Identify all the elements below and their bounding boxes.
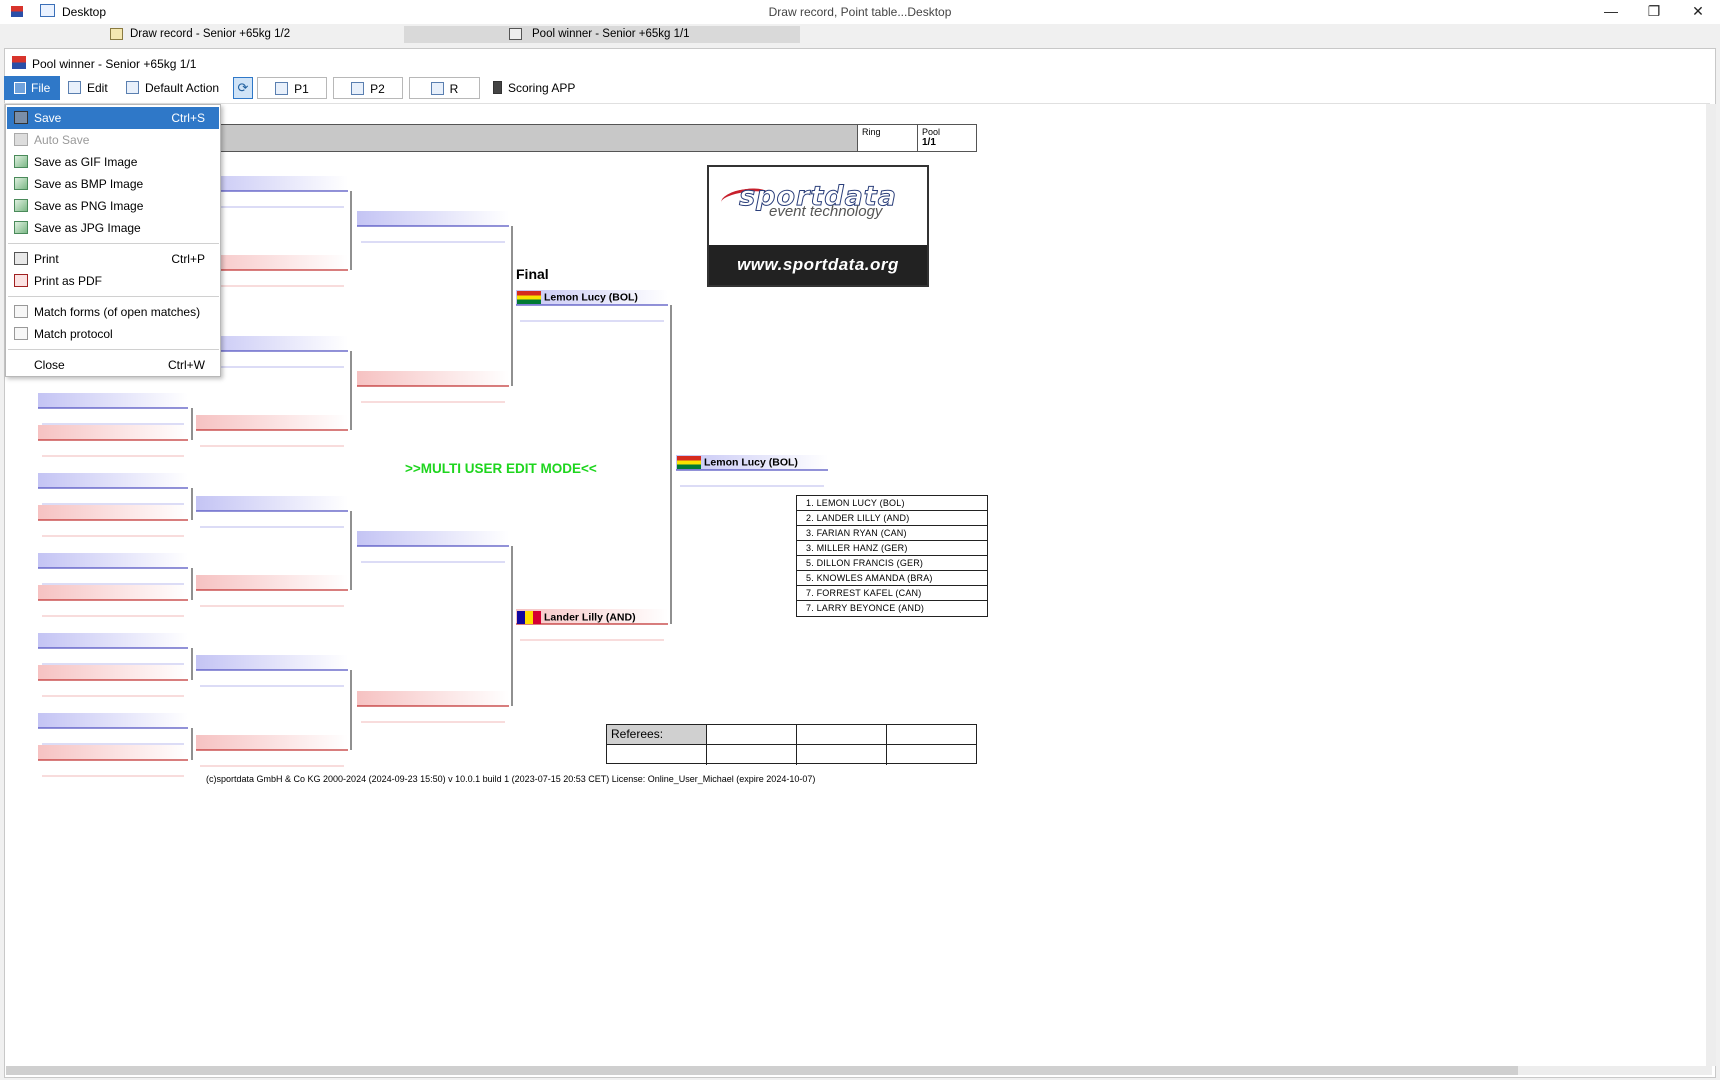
bracket-slot[interactable] <box>357 691 509 706</box>
menu-item-match-protocol[interactable]: Match protocol <box>7 323 219 345</box>
referee-cell <box>607 745 707 765</box>
result-row: 7. FORREST KAFEL (CAN) <box>797 586 987 601</box>
pdf-icon <box>14 274 28 287</box>
horizontal-scrollbar-thumb[interactable] <box>6 1066 1518 1075</box>
logo-tagline: event technology <box>769 203 883 220</box>
finalist-top-name: Lemon Lucy (BOL) <box>544 291 638 304</box>
bracket-slot[interactable] <box>196 655 348 670</box>
bracket-slot[interactable] <box>196 496 348 511</box>
referee-cell <box>797 725 887 745</box>
result-row: 5. DILLON FRANCIS (GER) <box>797 556 987 571</box>
referee-cell <box>887 745 977 765</box>
winner-slot[interactable]: Lemon Lucy (BOL) <box>677 456 798 469</box>
bracket-slot[interactable] <box>38 393 188 408</box>
sportdata-logo: sportdata event technology www.sportdata… <box>707 165 929 287</box>
bracket-slot[interactable] <box>196 735 348 750</box>
bracket-slot[interactable] <box>357 371 509 386</box>
bracket-slot[interactable] <box>38 473 188 488</box>
bracket-slot[interactable] <box>196 575 348 590</box>
menu-item-label: Print as PDF <box>34 274 103 288</box>
referee-cell <box>707 725 797 745</box>
bracket-slot[interactable] <box>38 553 188 568</box>
image-icon <box>14 199 28 212</box>
menu-item-label: Save as GIF Image <box>34 155 138 169</box>
results-table: 1. LEMON LUCY (BOL) 2. LANDER LILLY (AND… <box>796 495 988 617</box>
result-row: 5. KNOWLES AMANDA (BRA) <box>797 571 987 586</box>
finalist-bottom[interactable]: Lander Lilly (AND) <box>517 611 636 624</box>
printer-icon <box>14 252 28 265</box>
bolivia-flag-icon <box>517 291 541 304</box>
file-dropdown-menu: Save Ctrl+S Auto Save Save as GIF Image S… <box>5 104 221 377</box>
bracket-slot[interactable] <box>357 211 509 226</box>
menu-item-label: Match protocol <box>34 327 113 341</box>
bracket-slot[interactable] <box>38 713 188 728</box>
menu-separator <box>8 296 219 297</box>
menu-separator <box>8 243 219 244</box>
menu-item-label: Match forms (of open matches) <box>34 305 201 319</box>
menu-item-label: Print <box>34 252 59 266</box>
menu-item-shortcut: Ctrl+P <box>171 252 205 266</box>
referees-table: Referees: <box>606 724 977 765</box>
final-label: Final <box>516 266 549 282</box>
menu-item-print-pdf[interactable]: Print as PDF <box>7 270 219 292</box>
bracket-slot[interactable] <box>38 665 188 680</box>
referee-cell <box>797 745 887 765</box>
referee-cell <box>887 725 977 745</box>
referee-cell <box>707 745 797 765</box>
menu-item-shortcut: Ctrl+S <box>171 111 205 125</box>
menu-item-close[interactable]: Close Ctrl+W <box>7 354 219 376</box>
vertical-scrollbar[interactable] <box>1706 104 1716 1066</box>
image-icon <box>14 221 28 234</box>
menu-item-save-png[interactable]: Save as PNG Image <box>7 195 219 217</box>
bracket-slot[interactable] <box>38 505 188 520</box>
copyright-footer: (c)sportdata GmbH & Co KG 2000-2024 (202… <box>206 774 816 784</box>
bracket-slot[interactable] <box>196 415 348 430</box>
menu-separator <box>8 349 219 350</box>
menu-item-shortcut: Ctrl+W <box>168 358 205 372</box>
document-icon <box>14 327 28 340</box>
menu-item-label: Save as JPG Image <box>34 221 141 235</box>
menu-item-label: Save <box>34 111 62 125</box>
bracket-slot[interactable] <box>38 745 188 760</box>
menu-item-print[interactable]: Print Ctrl+P <box>7 248 219 270</box>
document-icon <box>14 305 28 318</box>
menu-item-save-jpg[interactable]: Save as JPG Image <box>7 217 219 239</box>
bracket-slot[interactable] <box>357 531 509 546</box>
image-icon <box>14 177 28 190</box>
menu-item-auto-save: Auto Save <box>7 129 219 151</box>
bracket-slot[interactable] <box>38 585 188 600</box>
menu-item-match-forms[interactable]: Match forms (of open matches) <box>7 301 219 323</box>
finalist-top[interactable]: Lemon Lucy (BOL) <box>517 291 638 304</box>
menu-item-label: Close <box>34 358 65 372</box>
logo-url: www.sportdata.org <box>709 245 927 285</box>
multi-user-edit-mode-label: >>MULTI USER EDIT MODE<< <box>405 461 597 476</box>
andorra-flag-icon <box>517 611 541 624</box>
menu-item-save[interactable]: Save Ctrl+S <box>7 107 219 129</box>
result-row: 3. MILLER HANZ (GER) <box>797 541 987 556</box>
menu-item-label: Save as BMP Image <box>34 177 144 191</box>
result-row: 3. FARIAN RYAN (CAN) <box>797 526 987 541</box>
menu-item-save-bmp[interactable]: Save as BMP Image <box>7 173 219 195</box>
bracket-slot[interactable] <box>38 633 188 648</box>
finalist-bottom-name: Lander Lilly (AND) <box>544 611 636 624</box>
referees-label: Referees: <box>607 725 707 745</box>
save-icon <box>14 111 28 124</box>
menu-item-save-gif[interactable]: Save as GIF Image <box>7 151 219 173</box>
auto-save-icon <box>14 133 28 146</box>
winner-name: Lemon Lucy (BOL) <box>704 456 798 469</box>
bracket-slot[interactable] <box>38 425 188 440</box>
menu-item-label: Auto Save <box>34 133 90 147</box>
result-row: 7. LARRY BEYONCE (AND) <box>806 603 925 613</box>
menu-item-label: Save as PNG Image <box>34 199 144 213</box>
image-icon <box>14 155 28 168</box>
bolivia-flag-icon <box>677 456 701 469</box>
result-row: 2. LANDER LILLY (AND) <box>797 511 987 526</box>
result-row: 1. LEMON LUCY (BOL) <box>797 496 987 511</box>
